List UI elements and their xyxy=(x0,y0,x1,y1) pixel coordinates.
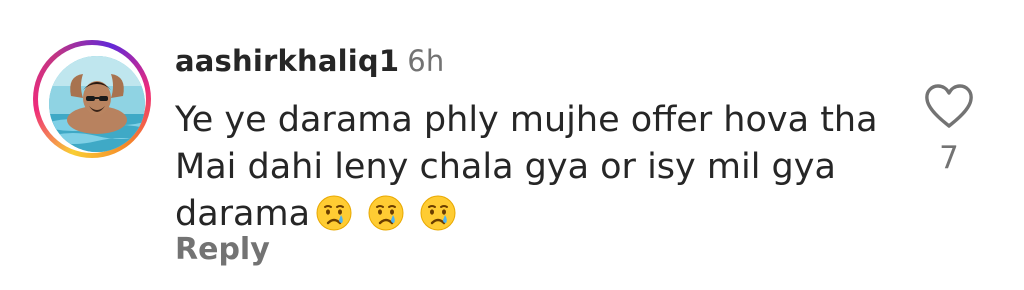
avatar-photo xyxy=(49,56,145,152)
crying-face-icon xyxy=(368,195,404,244)
emoji-row xyxy=(316,195,461,244)
reply-button[interactable]: Reply xyxy=(175,232,270,267)
comment-text-line: Mai dahi leny chala gya or isy mil gya xyxy=(175,147,836,187)
avatar-story-ring[interactable] xyxy=(33,40,151,158)
comment-text-line: darama xyxy=(175,191,895,244)
comment-header: aashirkhaliq1 6h xyxy=(175,44,444,78)
comment-text-fragment: darama xyxy=(175,194,311,234)
avatar[interactable] xyxy=(49,56,145,152)
like-count: 7 xyxy=(939,140,959,176)
heart-outline-icon xyxy=(925,84,973,128)
timestamp: 6h xyxy=(407,44,445,78)
comment-text: Ye ye darama phly mujhe offer hova tha M… xyxy=(175,97,895,244)
username-link[interactable]: aashirkhaliq1 xyxy=(175,44,399,78)
comment: aashirkhaliq1 6h Ye ye darama phly mujhe … xyxy=(0,0,1024,290)
comment-text-line: Ye ye darama phly mujhe offer hova tha xyxy=(175,100,878,140)
like-button[interactable] xyxy=(922,82,976,130)
crying-face-icon xyxy=(420,195,456,244)
crying-face-icon xyxy=(316,195,352,244)
